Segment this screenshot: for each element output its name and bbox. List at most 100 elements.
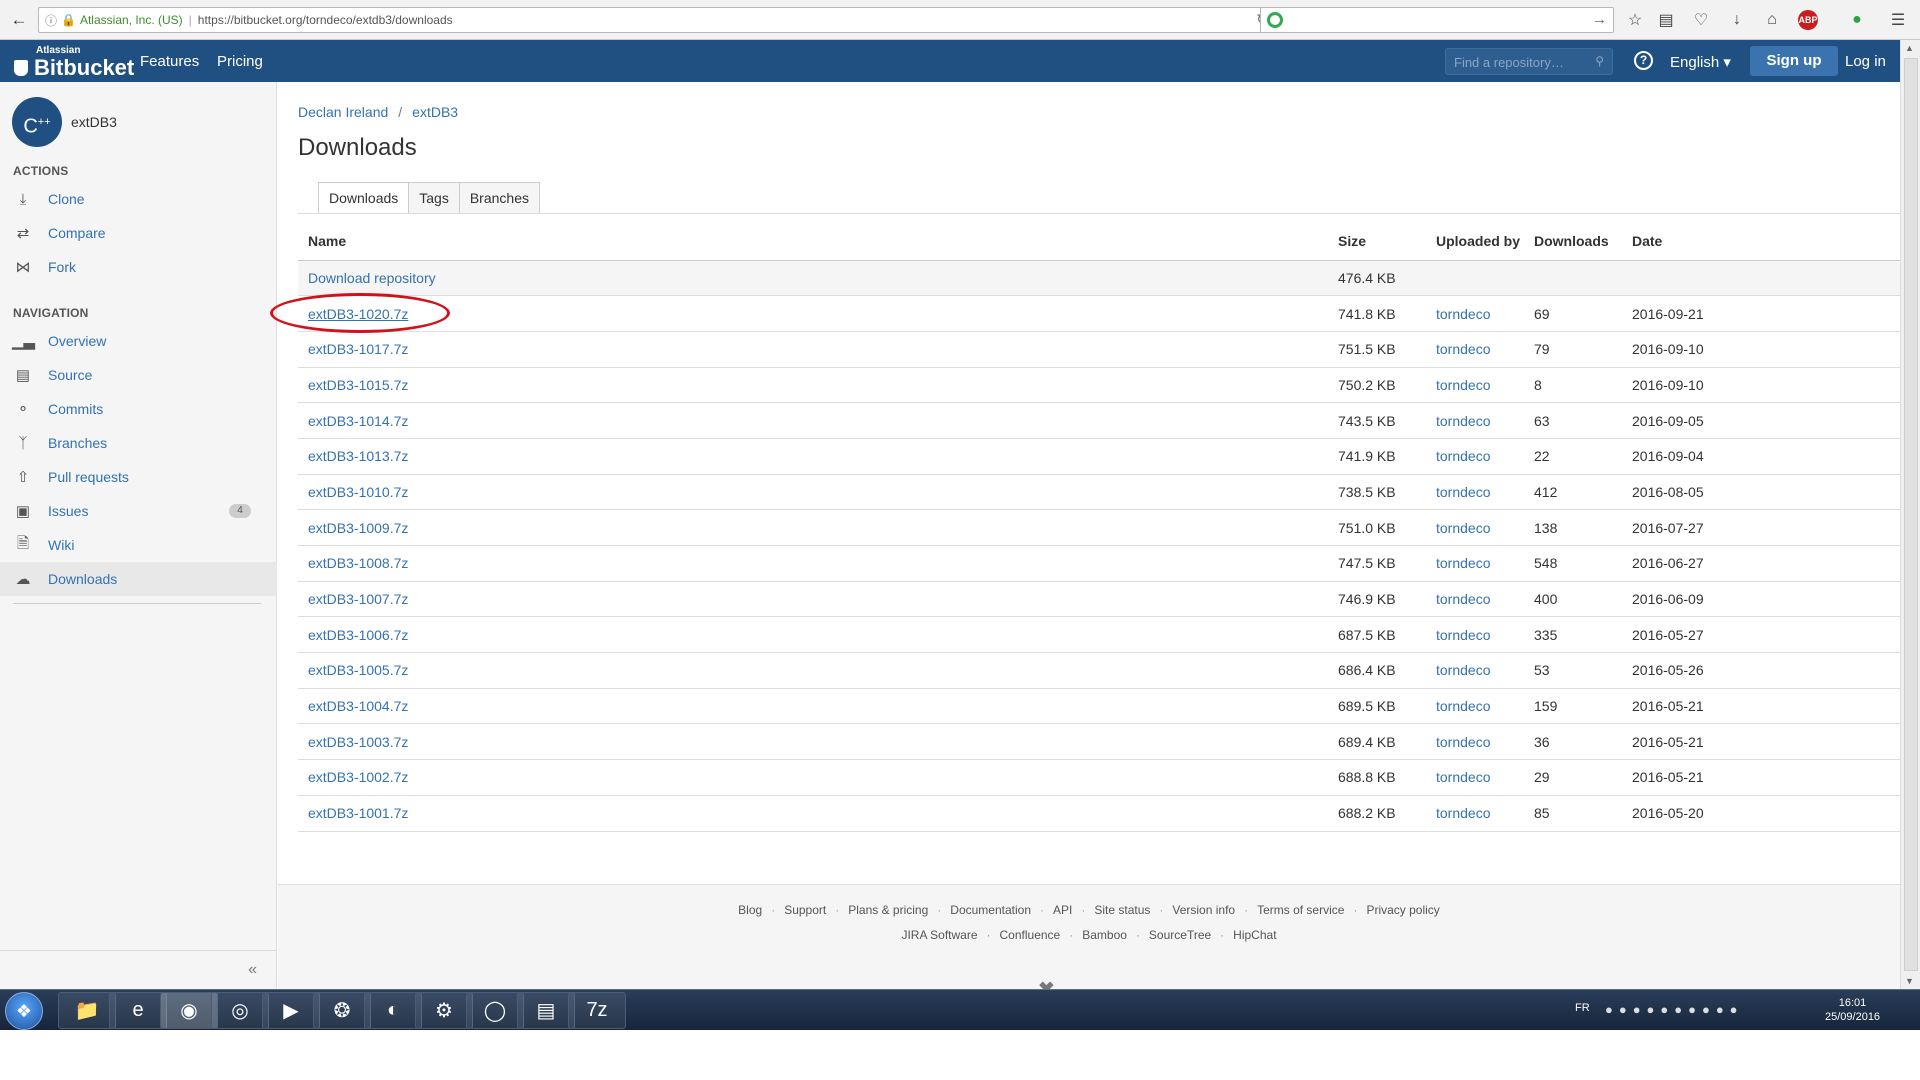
uploader-link[interactable]: torndeco	[1436, 627, 1490, 643]
bitbucket-logo[interactable]: Atlassian Bitbucket	[14, 46, 134, 80]
download-name-link[interactable]: extDB3-1017.7z	[308, 341, 408, 357]
login-link[interactable]: Log in	[1845, 53, 1886, 70]
uploader-link[interactable]: torndeco	[1436, 734, 1490, 750]
pocket-icon[interactable]: ♡	[1690, 9, 1712, 31]
footer-link[interactable]: Bamboo	[1082, 928, 1127, 942]
uploader-link[interactable]: torndeco	[1436, 662, 1490, 678]
download-name-link[interactable]: extDB3-1005.7z	[308, 662, 408, 678]
uploader-link[interactable]: torndeco	[1436, 413, 1490, 429]
downloads-arrow-icon[interactable]: ↓	[1726, 9, 1748, 31]
download-name-link[interactable]: extDB3-1004.7z	[308, 698, 408, 714]
notes-icon[interactable]: ▤	[517, 992, 575, 1029]
footer-link[interactable]: JIRA Software	[901, 928, 977, 942]
menu-icon[interactable]: ☰	[1887, 9, 1909, 31]
download-name-link[interactable]: extDB3-1006.7z	[308, 627, 408, 643]
download-name-link[interactable]: extDB3-1013.7z	[308, 448, 408, 464]
download-name-link[interactable]: extDB3-1015.7z	[308, 377, 408, 393]
scroll-up-icon[interactable]: ▲	[1905, 43, 1914, 53]
sidebar-item-compare[interactable]: ⇄ Compare	[0, 216, 277, 250]
uploader-link[interactable]: torndeco	[1436, 484, 1490, 500]
7zip-icon[interactable]: 7z	[568, 992, 626, 1029]
features-link[interactable]: Features	[140, 53, 199, 70]
uploader-link[interactable]: torndeco	[1436, 377, 1490, 393]
sidebar-item-issues[interactable]: ▣ Issues 4	[0, 494, 277, 528]
tab-tags[interactable]: Tags	[408, 182, 460, 214]
sidebar-item-overview[interactable]: ▁▃ Overview	[0, 324, 277, 358]
footer-link[interactable]: Blog	[738, 903, 762, 917]
system-tray-icons[interactable]: ●●●●●●●●●●	[1605, 1002, 1744, 1017]
download-name-link[interactable]: extDB3-1008.7z	[308, 555, 408, 571]
media-player-icon[interactable]: ▶	[262, 992, 320, 1029]
footer-link[interactable]: Plans & pricing	[848, 903, 928, 917]
footer-link[interactable]: Version info	[1172, 903, 1235, 917]
footer-link[interactable]: API	[1053, 903, 1072, 917]
extension-icon[interactable]: ●	[1846, 9, 1868, 31]
adblock-icon[interactable]: ABP	[1798, 10, 1818, 30]
url-text[interactable]: https://bitbucket.org/torndeco/extdb3/do…	[198, 13, 453, 27]
breadcrumb-owner-link[interactable]: Declan Ireland	[298, 104, 388, 120]
download-name-link[interactable]: extDB3-1001.7z	[308, 805, 408, 821]
footer-link[interactable]: Site status	[1094, 903, 1150, 917]
sidebar-item-branches[interactable]: ᛉ Branches	[0, 426, 277, 460]
language-dropdown[interactable]: English ▾	[1670, 53, 1731, 71]
uploader-link[interactable]: torndeco	[1436, 698, 1490, 714]
uploader-link[interactable]: torndeco	[1436, 591, 1490, 607]
taskbar-clock[interactable]: 16:01 25/09/2016	[1825, 996, 1880, 1024]
sidebar-item-downloads[interactable]: ☁ Downloads	[0, 562, 277, 596]
scrollbar-thumb[interactable]	[1904, 58, 1918, 971]
collapse-sidebar-button[interactable]: «	[0, 950, 277, 989]
network-icon[interactable]: ❂	[313, 992, 371, 1029]
footer-link[interactable]: Privacy policy	[1366, 903, 1439, 917]
repository-name[interactable]: extDB3	[71, 114, 117, 130]
sidebar-item-pull-requests[interactable]: ⇧ Pull requests	[0, 460, 277, 494]
firefox-icon[interactable]: ◉	[160, 992, 218, 1029]
download-name-link[interactable]: Download repository	[308, 270, 436, 286]
input-language[interactable]: FR	[1575, 1002, 1590, 1014]
pricing-link[interactable]: Pricing	[217, 53, 263, 70]
download-name-link[interactable]: extDB3-1009.7z	[308, 520, 408, 536]
disc-icon[interactable]: ◯	[466, 992, 524, 1029]
uploader-link[interactable]: torndeco	[1436, 341, 1490, 357]
sidebar-item-source[interactable]: ▤ Source	[0, 358, 277, 392]
download-name-link[interactable]: extDB3-1014.7z	[308, 413, 408, 429]
reading-list-icon[interactable]: ▤	[1655, 9, 1677, 31]
footer-link[interactable]: Documentation	[950, 903, 1031, 917]
page-scrollbar[interactable]: ▲ ▼	[1900, 40, 1920, 989]
ie-icon[interactable]: e	[109, 992, 167, 1029]
signup-button[interactable]: Sign up	[1750, 46, 1838, 76]
footer-link[interactable]: HipChat	[1233, 928, 1276, 942]
go-arrow-icon[interactable]: →	[1592, 11, 1607, 28]
steam-icon[interactable]: ⚙	[415, 992, 473, 1029]
bookmark-star-icon[interactable]: ☆	[1624, 9, 1646, 31]
download-name-link[interactable]: extDB3-1003.7z	[308, 734, 408, 750]
browser-search-bar[interactable]: →	[1260, 7, 1614, 33]
download-name-link[interactable]: extDB3-1010.7z	[308, 484, 408, 500]
download-name-link[interactable]: extDB3-1007.7z	[308, 591, 408, 607]
uploader-link[interactable]: torndeco	[1436, 520, 1490, 536]
sidebar-item-commits[interactable]: ⚬ Commits	[0, 392, 277, 426]
download-name-link[interactable]: extDB3-1002.7z	[308, 769, 408, 785]
sidebar-item-wiki[interactable]: 🗎 Wiki	[0, 528, 277, 562]
footer-link[interactable]: Terms of service	[1257, 903, 1344, 917]
address-bar[interactable]: ⓘ 🔒 Atlassian, Inc. (US) | https://bitbu…	[38, 7, 1275, 33]
uploader-link[interactable]: torndeco	[1436, 306, 1490, 322]
sidebar-item-fork[interactable]: ⋈ Fork	[0, 250, 277, 284]
uploader-link[interactable]: torndeco	[1436, 805, 1490, 821]
tab-branches[interactable]: Branches	[458, 182, 540, 214]
repository-search-input[interactable]: Find a repository… ⚲	[1445, 48, 1613, 75]
repository-avatar[interactable]: C++	[12, 97, 62, 147]
help-icon[interactable]: ?	[1634, 51, 1653, 70]
explorer-icon[interactable]: 📁	[58, 992, 116, 1029]
sidebar-item-clone[interactable]: ⤓ Clone	[0, 182, 277, 216]
breadcrumb-repo-link[interactable]: extDB3	[412, 104, 458, 120]
uploader-link[interactable]: torndeco	[1436, 769, 1490, 785]
scroll-down-icon[interactable]: ▼	[1905, 976, 1914, 986]
chrome-icon[interactable]: ◎	[211, 992, 269, 1029]
back-icon[interactable]: ←	[6, 7, 32, 33]
home-icon[interactable]: ⌂	[1761, 9, 1783, 31]
footer-link[interactable]: SourceTree	[1149, 928, 1211, 942]
uploader-link[interactable]: torndeco	[1436, 448, 1490, 464]
footer-link[interactable]: Confluence	[1000, 928, 1061, 942]
tab-downloads[interactable]: Downloads	[318, 182, 410, 214]
app-icon[interactable]: ◐	[364, 992, 422, 1029]
